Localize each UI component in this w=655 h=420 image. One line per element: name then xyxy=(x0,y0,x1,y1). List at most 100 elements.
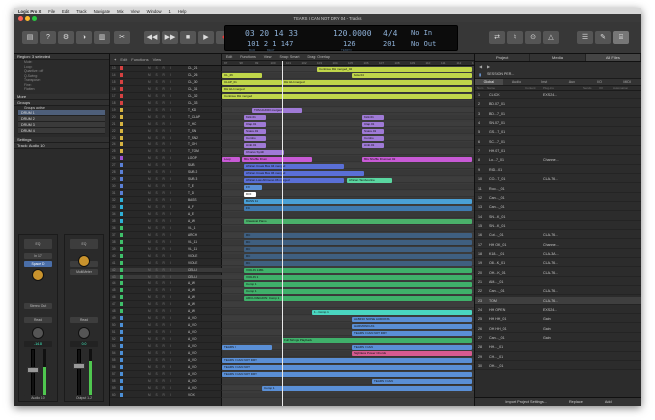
track-row[interactable]: 28 M S R I SUB 2 xyxy=(110,170,222,177)
region[interactable]: bola 04 xyxy=(352,73,472,79)
zoom-button[interactable] xyxy=(32,15,37,21)
browser-row[interactable]: 8 Lo...7_01 Channe... xyxy=(475,156,641,165)
browser-subtab[interactable]: Aux xyxy=(558,79,586,85)
track-name[interactable]: CL_31 xyxy=(188,87,197,92)
input-slot[interactable]: In 17 xyxy=(24,253,52,259)
row-name[interactable]: Lo...7_01 xyxy=(489,156,504,164)
output-knob[interactable] xyxy=(78,255,90,267)
track-mute-solo-buttons[interactable]: M S R I xyxy=(148,219,173,224)
track-name[interactable]: A_E xyxy=(188,212,194,217)
volume-fader-output[interactable] xyxy=(77,349,81,397)
track-lane[interactable] xyxy=(222,225,474,232)
track-mute-solo-buttons[interactable]: M S R I xyxy=(148,393,173,398)
row-name[interactable]: SN...K_01 xyxy=(489,213,505,221)
cycle-button[interactable]: ⇄ xyxy=(489,31,505,44)
row-name[interactable]: K18..._01 xyxy=(489,250,504,258)
track-name[interactable]: T_OH xyxy=(188,142,197,147)
region[interactable]: Amb.01 xyxy=(362,142,384,148)
track-name[interactable]: VL_11 xyxy=(188,247,197,252)
track-mute-solo-buttons[interactable]: M S R I xyxy=(148,212,173,217)
region[interactable]: Clap.01 xyxy=(362,122,384,128)
row-plugin[interactable]: EXS24... xyxy=(543,91,557,99)
region[interactable]: TEARS I xyxy=(222,344,272,350)
browser-row[interactable]: 11 Roo..._01 xyxy=(475,185,641,193)
browser-row[interactable]: 12 Can..._01 xyxy=(475,194,641,202)
track-row[interactable]: 57 M S R I A_VO xyxy=(110,371,222,378)
menu-item[interactable]: Window xyxy=(147,9,162,14)
track-mute-solo-buttons[interactable]: M S R I xyxy=(148,240,173,245)
track-mute-solo-buttons[interactable]: M S R I xyxy=(148,94,173,99)
track-mute-solo-buttons[interactable]: M S R I xyxy=(148,344,173,349)
track-name[interactable]: A_VO xyxy=(188,330,197,335)
browser-row[interactable]: 13 Can..._01 xyxy=(475,203,641,212)
row-plugin[interactable]: CLA-76... xyxy=(543,259,558,267)
track-lane[interactable] xyxy=(222,191,474,197)
menu-item[interactable]: Help xyxy=(178,9,187,14)
region[interactable]: Continue RH merged xyxy=(222,94,472,100)
track-name[interactable]: A_VO xyxy=(188,379,197,384)
track-mute-solo-buttons[interactable]: M S R I xyxy=(148,365,173,370)
browser-row[interactable]: 10 CO...7_01 CLA-76... xyxy=(475,175,641,184)
row-name[interactable]: SN.07_01 xyxy=(489,119,505,127)
region[interactable]: VIOLIN 1 xyxy=(244,275,472,280)
browser-row[interactable]: 30 OH..._01 xyxy=(475,362,641,371)
track-row[interactable]: 31 M S R I T_D xyxy=(110,191,222,197)
region[interactable]: ALBINO NOISE AUDIONS xyxy=(352,316,472,322)
row-name[interactable]: SC...7_01 xyxy=(489,138,505,146)
region[interactable]: RC xyxy=(244,233,472,239)
track-mute-solo-buttons[interactable]: M S R I xyxy=(148,233,173,238)
arrange-view-menu[interactable]: View xyxy=(264,55,272,59)
track-mute-solo-buttons[interactable]: M S R I xyxy=(148,323,173,328)
track-row[interactable]: 49 M S R I A_VO xyxy=(110,316,222,322)
track-edit-menu[interactable]: Edit xyxy=(120,57,127,62)
track-row[interactable]: 54 M S R I A_VO xyxy=(110,350,222,357)
track-mute-solo-buttons[interactable]: M S R I xyxy=(148,66,173,71)
track-row[interactable]: 25 M S R I T_TOM xyxy=(110,149,222,156)
browser-row[interactable]: 16 Cut..._01 CLA-76... xyxy=(475,231,641,240)
row-name[interactable]: GS...7_01 xyxy=(489,128,505,136)
pan-knob-output[interactable] xyxy=(78,327,90,339)
row-name[interactable]: HH..._01 xyxy=(489,343,503,351)
menu-item[interactable]: Mix xyxy=(117,9,124,14)
drag-menu[interactable]: Drag: Overlap xyxy=(308,55,330,59)
library-button[interactable]: ▤ xyxy=(22,31,38,44)
row-plugin[interactable]: CLA-76... xyxy=(543,231,558,239)
region[interactable]: African Creek Box 04 merged xyxy=(244,163,344,169)
forward-button[interactable]: ▶▶ xyxy=(162,31,178,44)
row-name[interactable]: CLICK xyxy=(489,91,500,99)
region[interactable]: BASS 11 xyxy=(244,198,472,204)
snap-menu[interactable]: Snap: Smart xyxy=(280,55,300,59)
browser-row[interactable]: 26 OH HH_01 Gain xyxy=(475,325,641,333)
track-row[interactable]: 59 M S R I A_VO xyxy=(110,385,222,392)
browser-column-header[interactable]: Sends xyxy=(583,86,599,90)
group-item[interactable]: DRUM 4 xyxy=(18,128,105,134)
track-mute-solo-buttons[interactable]: M S R I xyxy=(148,184,173,189)
output-slot[interactable]: Stereo Out xyxy=(24,303,52,309)
track-name[interactable]: T_KD xyxy=(188,108,196,113)
track-mute-solo-buttons[interactable]: M S R I xyxy=(148,316,173,321)
track-row[interactable]: 45 M S R I A_W xyxy=(110,288,222,295)
minimize-button[interactable] xyxy=(25,15,30,21)
row-name[interactable]: CH..._01 xyxy=(489,353,503,361)
track-name[interactable]: LOOP xyxy=(188,156,197,161)
region[interactable]: RC xyxy=(244,261,472,267)
track-row[interactable]: 50 M S R I A_VO xyxy=(110,323,222,329)
track-row[interactable]: 56 M S R I A_VO xyxy=(110,364,222,371)
region[interactable]: African Low Afrimono 06 merged xyxy=(244,177,344,183)
footer-button[interactable]: Replace xyxy=(569,400,583,404)
automation-read[interactable]: Read xyxy=(24,317,52,323)
track-mute-solo-buttons[interactable]: M S R I xyxy=(148,170,173,175)
track-row[interactable]: 24 M S R I T_OH xyxy=(110,142,222,149)
track-name[interactable]: A_VO xyxy=(188,337,197,342)
track-mute-solo-buttons[interactable]: M S R I xyxy=(148,247,173,252)
row-plugin[interactable]: EXS24... xyxy=(543,306,557,314)
track-name[interactable]: CELLI xyxy=(188,268,197,273)
track-row[interactable]: 58 M S R I A_VO xyxy=(110,378,222,385)
track-row[interactable]: 39 M S R I VL_11 xyxy=(110,246,222,253)
eq-display[interactable]: EQ xyxy=(24,239,52,249)
row-name[interactable]: CO...7_01 xyxy=(489,175,505,183)
track-row[interactable]: 16 M S R I CL_31 xyxy=(110,86,222,93)
track-name[interactable]: ARCH xyxy=(188,233,197,238)
row-name[interactable]: OH...K_01 xyxy=(489,269,506,277)
browser-row[interactable]: 6 SC...7_01 xyxy=(475,138,641,146)
